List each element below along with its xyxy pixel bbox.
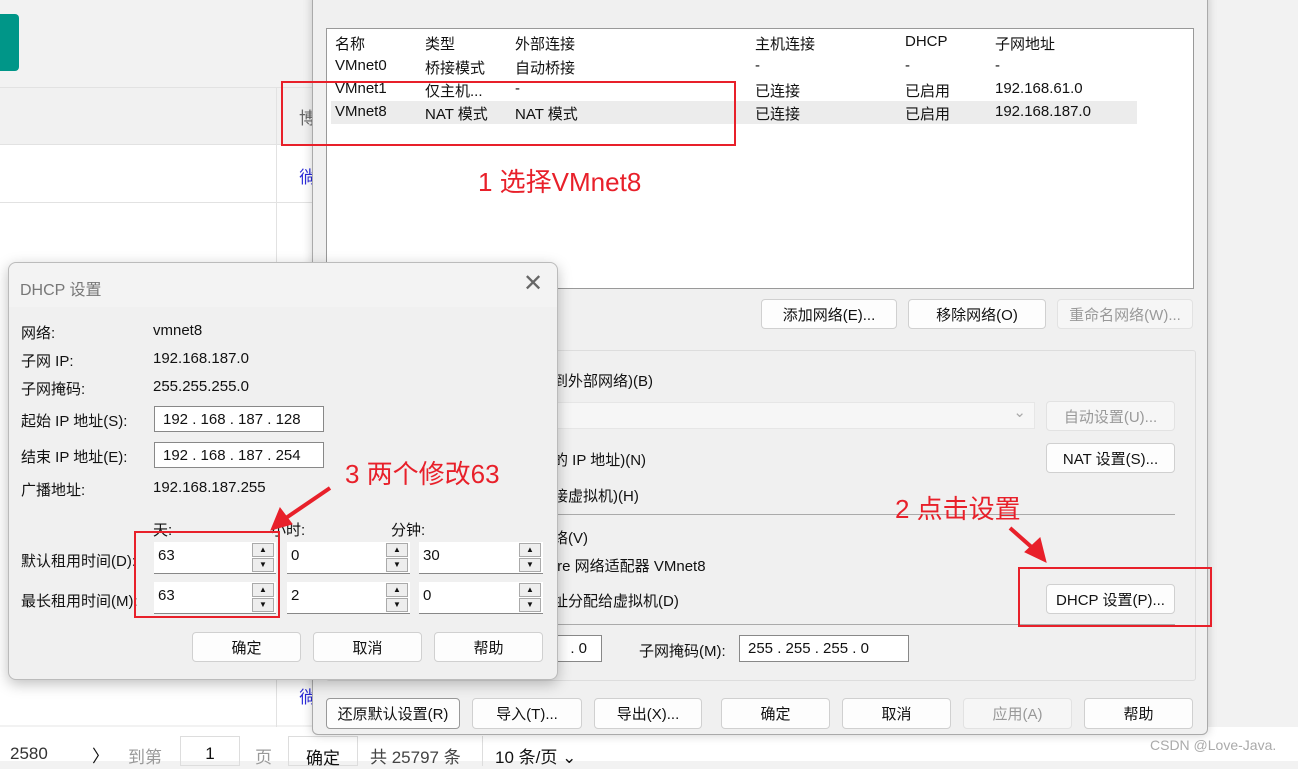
annotation-arrows [270, 486, 1047, 563]
arrow-icon [270, 486, 1047, 563]
watermark: CSDN @Love-Java. [1150, 737, 1277, 753]
